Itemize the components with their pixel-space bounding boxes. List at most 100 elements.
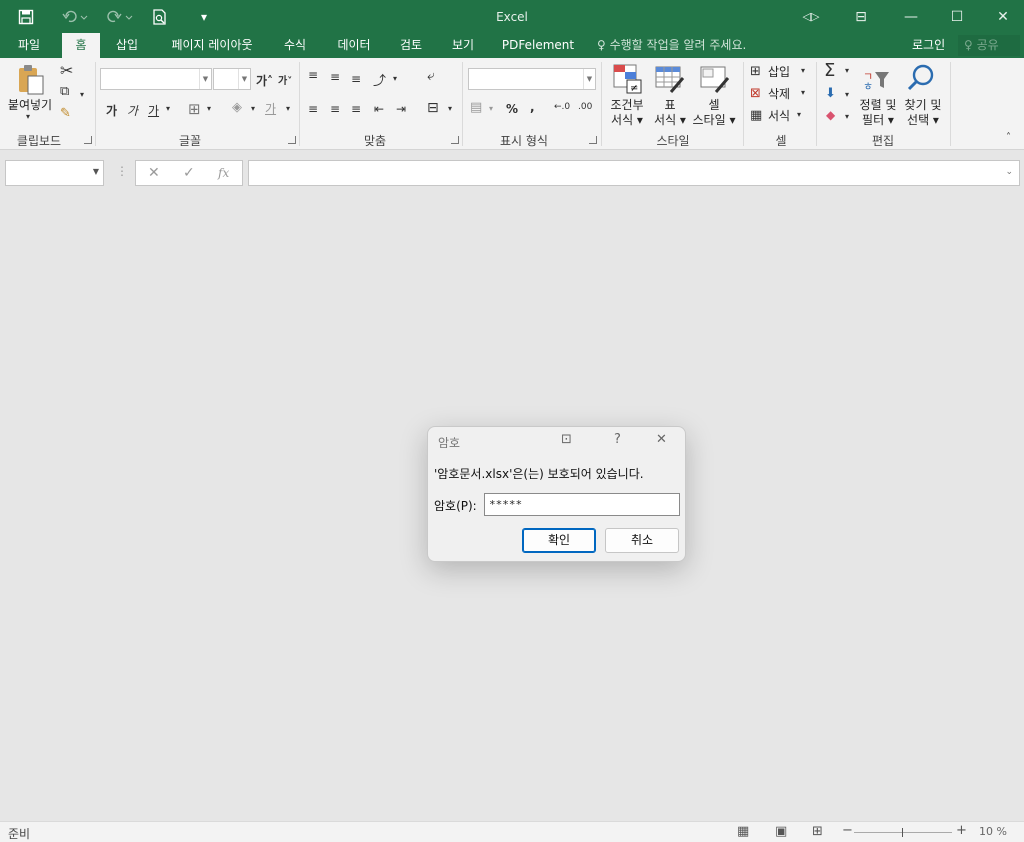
maximize-button[interactable]: ☐ [934,0,980,33]
increase-decimal-button[interactable]: ←.0 [554,102,570,112]
align-top-icon[interactable]: ≡ [308,68,318,82]
formula-input[interactable]: ⌄ [248,160,1020,186]
ribbon-display-options-icon[interactable]: ⊟ [838,0,884,33]
font-color-icon[interactable]: 가 [265,100,276,117]
paste-icon[interactable] [16,64,46,99]
format-dropdown-icon[interactable]: ▾ [797,110,801,119]
format-cells-button[interactable]: 서식 [768,109,790,123]
tab-review[interactable]: 검토 [390,33,432,58]
number-launcher-icon[interactable] [589,136,597,144]
cancel-formula-icon[interactable]: ✕ [148,165,160,181]
tab-page-layout[interactable]: 페이지 레이아웃 [160,33,264,58]
tab-data[interactable]: 데이터 [328,33,380,58]
tab-insert[interactable]: 삽입 [106,33,148,58]
align-middle-icon[interactable]: ≡ [330,70,340,84]
dialog-help-button[interactable]: ? [614,432,621,447]
format-as-table-label-2[interactable]: 서식 ▾ [648,113,692,127]
cut-icon[interactable]: ✂ [60,61,73,80]
format-as-table-label-1[interactable]: 표 [650,98,690,112]
wrap-text-icon[interactable]: ⤶ [427,68,435,84]
minimize-button[interactable]: — [888,0,934,33]
align-center-icon[interactable]: ≡ [330,102,340,116]
tab-pdfelement[interactable]: PDFelement [498,33,578,58]
cell-styles-label-2[interactable]: 스타일 ▾ [688,113,740,127]
accounting-dropdown-icon[interactable]: ▾ [489,104,493,113]
align-left-icon[interactable]: ≡ [308,102,318,116]
fill-dropdown-icon[interactable]: ▾ [845,90,849,99]
find-select-label-1[interactable]: 찾기 및 [900,98,946,112]
format-painter-icon[interactable]: ✎ [60,106,71,121]
collapse-ribbon-icon[interactable]: ˄ [1006,132,1011,143]
undo-icon[interactable] [56,0,94,33]
merge-dropdown-icon[interactable]: ▾ [448,104,452,113]
share-button[interactable]: ♀ 공유 [958,35,1020,56]
align-right-icon[interactable]: ≡ [351,102,361,116]
login-link[interactable]: 로그인 [912,33,945,58]
grow-font-icon[interactable]: 가˄ [256,72,273,89]
sort-filter-icon[interactable]: ㄱㅎ [862,66,892,95]
number-format-select[interactable]: ▼ [468,68,596,90]
paste-dropdown-icon[interactable]: ▾ [26,112,30,121]
insert-cells-icon[interactable]: ⊞ [750,64,761,79]
print-preview-icon[interactable] [149,0,171,33]
find-select-icon[interactable] [906,63,936,96]
fill-color-icon[interactable]: ◈ [232,100,242,115]
tab-file[interactable]: 파일 [6,33,52,58]
insert-dropdown-icon[interactable]: ▾ [801,66,805,75]
page-layout-view-icon[interactable]: ▣ [775,824,787,839]
copy-icon[interactable]: ⧉ [60,84,69,99]
clear-icon[interactable]: ◆ [826,108,835,122]
page-break-preview-icon[interactable]: ⊞ [812,824,823,839]
font-name-select[interactable]: ▼ [100,68,212,90]
sort-filter-label-1[interactable]: 정렬 및 [855,98,901,112]
copy-dropdown-icon[interactable]: ▾ [80,90,84,99]
normal-view-icon[interactable]: ▦ [737,824,749,839]
increase-indent-icon[interactable]: ⇥ [396,102,406,116]
italic-button[interactable]: 가 [127,102,138,119]
conditional-formatting-icon[interactable]: ≠ [613,64,643,97]
insert-function-icon[interactable]: fx [218,166,229,180]
font-color-dropdown-icon[interactable]: ▾ [286,104,290,113]
font-size-select[interactable]: ▼ [213,68,251,90]
zoom-slider-track[interactable] [854,832,952,833]
tab-view[interactable]: 보기 [442,33,484,58]
alignment-launcher-icon[interactable] [451,136,459,144]
borders-dropdown-icon[interactable]: ▾ [207,104,211,113]
name-box[interactable]: ▼ [5,160,104,186]
sort-filter-label-2[interactable]: 필터 ▾ [855,113,901,127]
zoom-in-button[interactable]: + [956,823,967,838]
merge-center-icon[interactable]: ⊟ [427,100,439,116]
orientation-dropdown-icon[interactable]: ▾ [393,74,397,83]
tab-formulas[interactable]: 수식 [274,33,316,58]
font-launcher-icon[interactable] [288,136,296,144]
underline-dropdown-icon[interactable]: ▾ [166,104,170,113]
delete-cells-button[interactable]: 삭제 [768,87,790,101]
fill-icon[interactable]: ⬇ [825,86,836,101]
decrease-indent-icon[interactable]: ⇤ [374,102,384,116]
enter-formula-icon[interactable]: ✓ [183,165,195,181]
percent-style-button[interactable]: % [506,102,518,116]
conditional-formatting-label-1[interactable]: 조건부 [604,98,650,112]
zoom-level[interactable]: 10 % [979,825,1007,838]
touch-mode-icon[interactable]: ◁▷ [788,0,834,33]
shrink-font-icon[interactable]: 가˅ [278,72,292,87]
close-button[interactable]: ✕ [980,0,1024,33]
orientation-icon[interactable]: ⤴ [373,70,386,89]
redo-icon[interactable] [101,0,139,33]
dialog-close-button[interactable]: ✕ [656,432,667,447]
autosum-dropdown-icon[interactable]: ▾ [845,66,849,75]
autosum-icon[interactable]: Σ [824,60,835,81]
delete-dropdown-icon[interactable]: ▾ [801,88,805,97]
paste-button[interactable]: 붙여넣기 [4,98,56,112]
cell-styles-icon[interactable] [700,64,730,97]
zoom-out-button[interactable]: − [842,823,853,838]
insert-cells-button[interactable]: 삽입 [768,65,790,79]
clear-dropdown-icon[interactable]: ▾ [845,112,849,121]
password-input[interactable]: ***** [484,493,680,516]
accounting-format-icon[interactable]: ▤ [470,100,482,115]
tell-me-search[interactable]: ♀ 수행할 작업을 알려 주세요. [597,33,746,58]
fill-color-dropdown-icon[interactable]: ▾ [251,104,255,113]
ok-button[interactable]: 확인 [522,528,596,553]
bold-button[interactable]: 가 [106,102,117,119]
align-bottom-icon[interactable]: ≡ [351,72,361,86]
